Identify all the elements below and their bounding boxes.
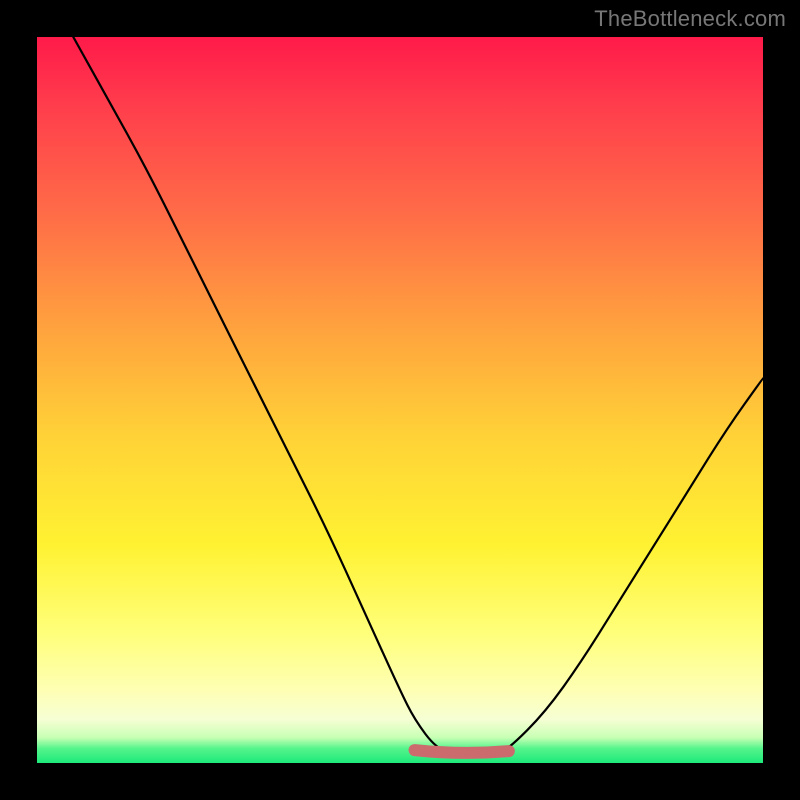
chart-container: TheBottleneck.com — [0, 0, 800, 800]
plot-area — [37, 37, 763, 763]
bottleneck-curve — [73, 37, 763, 756]
watermark-text: TheBottleneck.com — [594, 6, 786, 32]
curve-layer — [37, 37, 763, 763]
valley-marker — [415, 750, 509, 753]
